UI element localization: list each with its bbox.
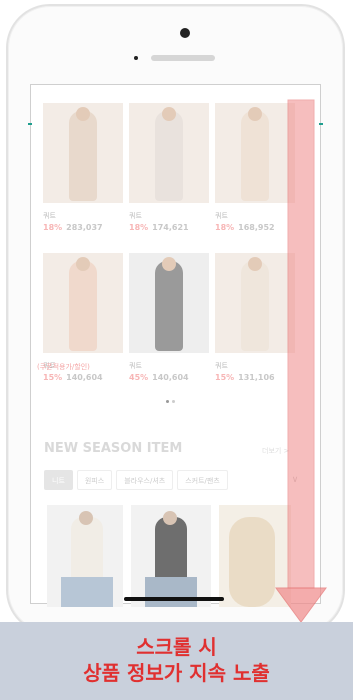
product-price-row: 18% 283,037 <box>43 223 123 232</box>
product-card[interactable]: 쿼트 15% 131,106 <box>215 253 295 382</box>
price: 283,037 <box>66 223 103 232</box>
price: 168,952 <box>238 223 275 232</box>
sensor-icon <box>134 56 138 60</box>
product-brand: 쿼트 <box>215 362 228 370</box>
tab-blouse-shirt[interactable]: 블라우스/셔츠 <box>116 470 174 490</box>
product-price-row: 18% 174,621 <box>129 223 209 232</box>
discount: 18% <box>215 223 235 232</box>
scroll-marker-right <box>319 123 323 125</box>
price: 174,621 <box>152 223 189 232</box>
price: 140,604 <box>66 373 103 382</box>
product-card[interactable]: 쿼트 18% 174,621 <box>129 103 209 232</box>
product-price-row: 45% 140,604 <box>129 373 209 382</box>
section-title: NEW SEASON ITEM <box>44 441 183 456</box>
scroll-marker-left <box>28 123 32 125</box>
product-image[interactable] <box>219 505 291 607</box>
product-brand: 쿼트 <box>215 212 228 220</box>
speaker-grille <box>151 55 215 61</box>
product-grid-row-1: 쿼트 18% 283,037 쿼트 18% 174,621 쿼트 18% 168,95… <box>43 103 295 232</box>
product-card[interactable]: 쿼트 18% 283,037 <box>43 103 123 232</box>
pagination-dots <box>166 400 175 403</box>
product-brand: 쿼트 <box>129 362 142 370</box>
price: 140,604 <box>152 373 189 382</box>
product-price-row: 18% 168,952 <box>215 223 295 232</box>
discount: 18% <box>129 223 149 232</box>
section-more-link[interactable]: 더보기 > <box>262 446 289 456</box>
tab-onepiece[interactable]: 원피스 <box>76 470 113 490</box>
product-image[interactable] <box>215 103 295 203</box>
product-card[interactable]: 쿼트 45% 140,604 <box>129 253 209 382</box>
caption-box: 스크롤 시 상품 정보가 지속 노출 <box>0 622 353 700</box>
caption-line-1: 스크롤 시 <box>136 635 217 659</box>
product-image[interactable] <box>215 253 295 353</box>
caption-line-2: 상품 정보가 지속 노출 <box>83 661 270 685</box>
product-image[interactable] <box>43 103 123 203</box>
product-image[interactable] <box>129 103 209 203</box>
price: 131,106 <box>238 373 275 382</box>
tab-skirt-pants[interactable]: 스커트/팬츠 <box>177 470 228 490</box>
coupon-label: (쿠폰적용가/할인) <box>37 363 90 371</box>
product-card[interactable]: 쿼트 18% 168,952 <box>215 103 295 232</box>
discount: 18% <box>43 223 63 232</box>
discount: 15% <box>43 373 63 382</box>
product-brand: 쿼트 <box>129 212 142 220</box>
tab-knit[interactable]: 니트 <box>44 470 73 490</box>
discount: 45% <box>129 373 149 382</box>
discount: 15% <box>215 373 235 382</box>
product-brand: 쿼트 <box>43 212 56 220</box>
product-price-row: 15% 140,604 <box>43 373 123 382</box>
home-indicator[interactable] <box>124 597 224 601</box>
product-price-row: 15% 131,106 <box>215 373 295 382</box>
product-image[interactable] <box>131 505 211 607</box>
product-image[interactable] <box>129 253 209 353</box>
product-image[interactable] <box>47 505 123 607</box>
category-tabs: 니트 원피스 블라우스/셔츠 스커트/팬츠 <box>44 470 228 490</box>
camera-icon <box>180 28 190 38</box>
product-image[interactable] <box>43 253 123 353</box>
chevron-down-icon[interactable]: ∨ <box>285 470 305 490</box>
